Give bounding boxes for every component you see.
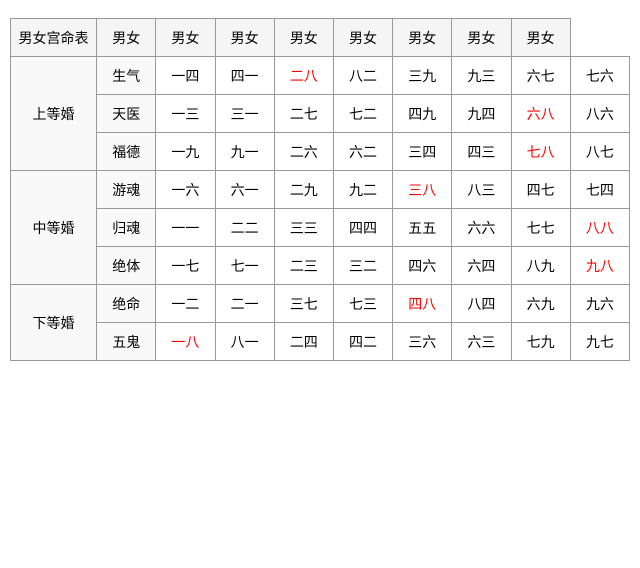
group-label: 下等婚 <box>11 285 97 361</box>
table-row: 上等婚生气一四四一二八八二三九九三六七七六 <box>11 57 630 95</box>
cell-1: 七一 <box>215 247 274 285</box>
row-label: 福德 <box>97 133 156 171</box>
table-row: 下等婚绝命一二二一三七七三四八八四六九九六 <box>11 285 630 323</box>
table-corner-header: 男女宫命表 <box>11 19 97 57</box>
cell-6: 七七 <box>511 209 570 247</box>
cell-6: 六八 <box>511 95 570 133</box>
cell-0: 一九 <box>156 133 215 171</box>
cell-3: 三二 <box>333 247 392 285</box>
cell-4: 四九 <box>393 95 452 133</box>
cell-4: 三四 <box>393 133 452 171</box>
cell-6: 四七 <box>511 171 570 209</box>
cell-1: 二一 <box>215 285 274 323</box>
cell-2: 二三 <box>274 247 333 285</box>
cell-2: 二四 <box>274 323 333 361</box>
cell-3: 九二 <box>333 171 392 209</box>
cell-0: 一八 <box>156 323 215 361</box>
cell-5: 八四 <box>452 285 511 323</box>
cell-3: 四四 <box>333 209 392 247</box>
cell-3: 七二 <box>333 95 392 133</box>
row-label: 归魂 <box>97 209 156 247</box>
col-header-4: 男女 <box>274 19 333 57</box>
cell-2: 二九 <box>274 171 333 209</box>
cell-4: 四六 <box>393 247 452 285</box>
cell-5: 六三 <box>452 323 511 361</box>
table-row: 中等婚游魂一六六一二九九二三八八三四七七四 <box>11 171 630 209</box>
cell-0: 一二 <box>156 285 215 323</box>
cell-3: 八二 <box>333 57 392 95</box>
col-header-1: 男女 <box>97 19 156 57</box>
cell-7: 七六 <box>570 57 629 95</box>
cell-1: 八一 <box>215 323 274 361</box>
cell-2: 二七 <box>274 95 333 133</box>
cell-5: 八三 <box>452 171 511 209</box>
table-row: 归魂一一二二三三四四五五六六七七八八 <box>11 209 630 247</box>
table-row: 五鬼一八八一二四四二三六六三七九九七 <box>11 323 630 361</box>
col-header-8: 男女 <box>511 19 570 57</box>
cell-4: 三九 <box>393 57 452 95</box>
cell-0: 一三 <box>156 95 215 133</box>
cell-6: 六九 <box>511 285 570 323</box>
cell-5: 六六 <box>452 209 511 247</box>
table-row: 天医一三三一二七七二四九九四六八八六 <box>11 95 630 133</box>
cell-3: 四二 <box>333 323 392 361</box>
cell-6: 六七 <box>511 57 570 95</box>
col-header-2: 男女 <box>156 19 215 57</box>
row-label: 天医 <box>97 95 156 133</box>
cell-6: 七八 <box>511 133 570 171</box>
group-label: 中等婚 <box>11 171 97 285</box>
cell-4: 三八 <box>393 171 452 209</box>
group-label: 上等婚 <box>11 57 97 171</box>
cell-1: 六一 <box>215 171 274 209</box>
cell-1: 三一 <box>215 95 274 133</box>
cell-7: 九七 <box>570 323 629 361</box>
cell-2: 二六 <box>274 133 333 171</box>
cell-5: 九四 <box>452 95 511 133</box>
cell-5: 四三 <box>452 133 511 171</box>
row-label: 绝体 <box>97 247 156 285</box>
cell-7: 八六 <box>570 95 629 133</box>
cell-7: 八八 <box>570 209 629 247</box>
cell-0: 一六 <box>156 171 215 209</box>
cell-3: 七三 <box>333 285 392 323</box>
cell-7: 八七 <box>570 133 629 171</box>
cell-7: 九六 <box>570 285 629 323</box>
cell-6: 七九 <box>511 323 570 361</box>
cell-4: 四八 <box>393 285 452 323</box>
col-header-3: 男女 <box>215 19 274 57</box>
cell-5: 六四 <box>452 247 511 285</box>
col-header-7: 男女 <box>452 19 511 57</box>
cell-0: 一七 <box>156 247 215 285</box>
col-header-6: 男女 <box>393 19 452 57</box>
cell-1: 九一 <box>215 133 274 171</box>
table-row: 福德一九九一二六六二三四四三七八八七 <box>11 133 630 171</box>
col-header-5: 男女 <box>333 19 392 57</box>
cell-1: 四一 <box>215 57 274 95</box>
cell-2: 三七 <box>274 285 333 323</box>
row-label: 生气 <box>97 57 156 95</box>
marriage-table: 男女宫命表男女男女男女男女男女男女男女男女 上等婚生气一四四一二八八二三九九三六… <box>10 18 630 361</box>
row-label: 绝命 <box>97 285 156 323</box>
row-label: 游魂 <box>97 171 156 209</box>
cell-4: 三六 <box>393 323 452 361</box>
cell-2: 二八 <box>274 57 333 95</box>
cell-0: 一一 <box>156 209 215 247</box>
cell-2: 三三 <box>274 209 333 247</box>
cell-1: 二二 <box>215 209 274 247</box>
row-label: 五鬼 <box>97 323 156 361</box>
cell-3: 六二 <box>333 133 392 171</box>
cell-7: 七四 <box>570 171 629 209</box>
cell-6: 八九 <box>511 247 570 285</box>
cell-5: 九三 <box>452 57 511 95</box>
cell-0: 一四 <box>156 57 215 95</box>
cell-4: 五五 <box>393 209 452 247</box>
table-row: 绝体一七七一二三三二四六六四八九九八 <box>11 247 630 285</box>
cell-7: 九八 <box>570 247 629 285</box>
